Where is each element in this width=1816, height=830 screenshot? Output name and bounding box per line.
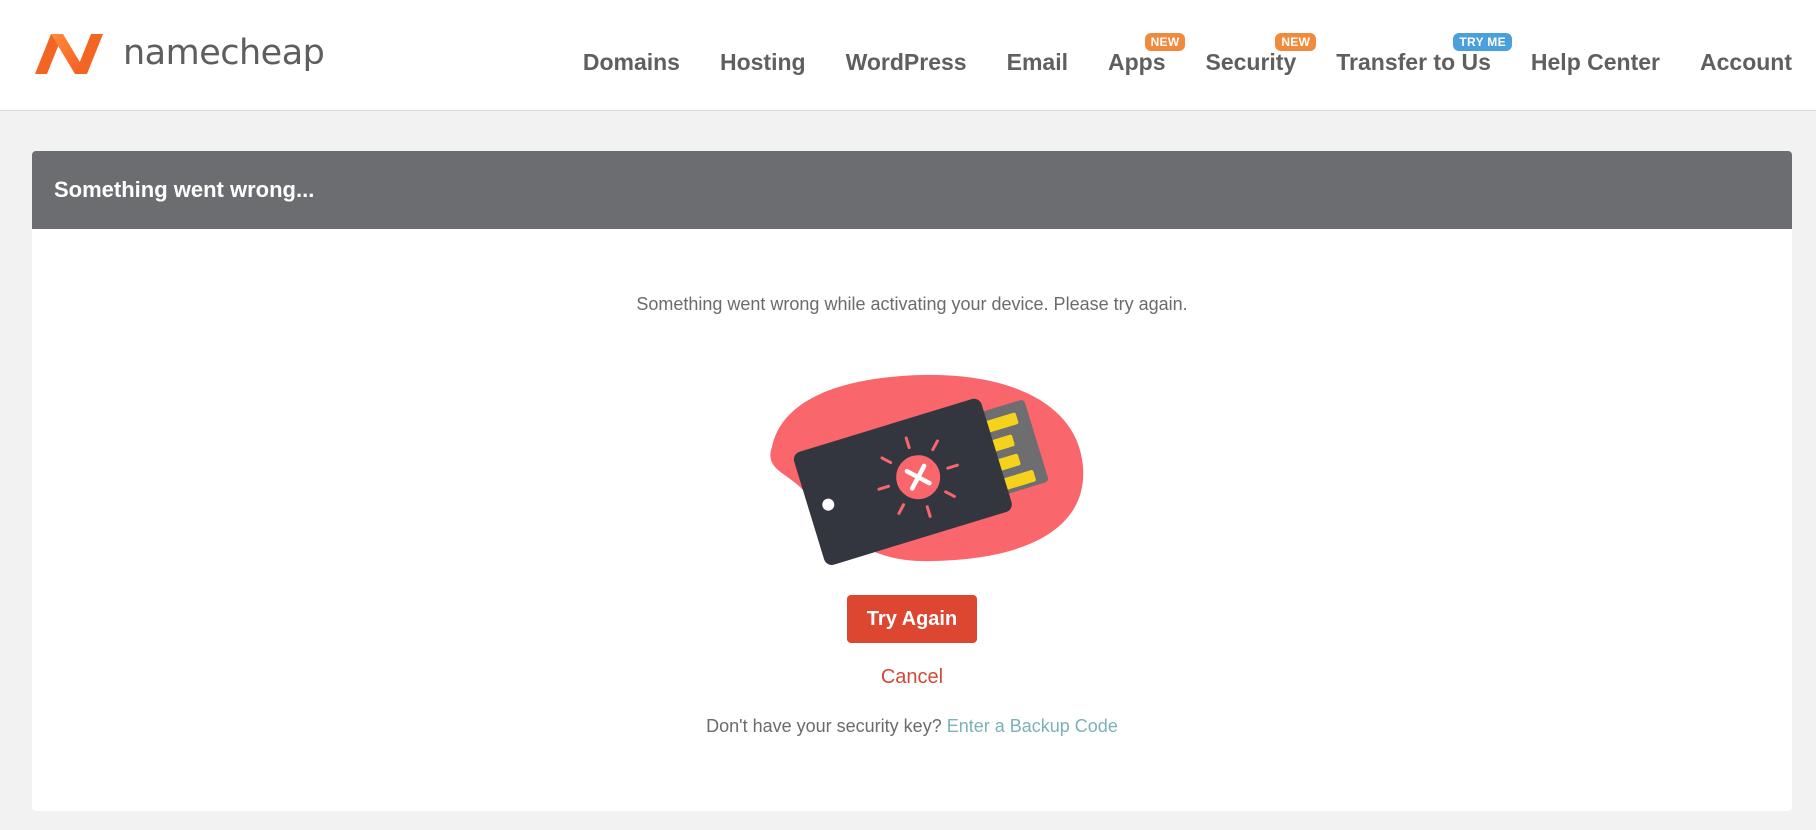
nav-domains[interactable]: Domains (583, 35, 680, 76)
nav-security[interactable]: Security NEW (1205, 33, 1317, 76)
nav-label: Account (1700, 49, 1792, 75)
logo-text: namecheap (123, 32, 325, 73)
nav-account[interactable]: Account (1700, 35, 1792, 76)
panel-title: Something went wrong... (54, 177, 315, 202)
backup-prompt: Don't have your security key? (706, 716, 942, 736)
cancel-link[interactable]: Cancel (881, 666, 943, 688)
nav-wordpress[interactable]: WordPress (846, 35, 967, 76)
nav-label: Email (1006, 49, 1068, 75)
backup-code-line: Don't have your security key? Enter a Ba… (32, 716, 1792, 737)
cancel-link-row: Cancel (32, 666, 1792, 689)
panel-header: Something went wrong... (32, 151, 1792, 229)
site-header: namecheap Domains Hosting WordPress Emai… (0, 0, 1816, 111)
nav-hosting[interactable]: Hosting (720, 35, 806, 76)
error-panel: Something went wrong... Something went w… (32, 151, 1792, 811)
security-key-error-icon (770, 374, 1084, 565)
nav-email[interactable]: Email (1007, 35, 1068, 76)
try-again-button[interactable]: Try Again (847, 595, 977, 643)
panel-body: Something went wrong while activating yo… (32, 229, 1792, 811)
nav-apps[interactable]: Apps NEW (1107, 33, 1186, 76)
new-badge: NEW (1144, 33, 1186, 51)
nav-transfer-to-us[interactable]: Transfer to Us TRY ME (1336, 33, 1512, 76)
new-badge: NEW (1275, 33, 1317, 51)
nav-label: Hosting (719, 49, 806, 75)
nav-help-center[interactable]: Help Center (1531, 35, 1660, 76)
nav-label: Apps (1107, 49, 1166, 75)
backup-code-link[interactable]: Enter a Backup Code (947, 716, 1118, 736)
main-nav: Domains Hosting WordPress Email Apps NEW… (583, 0, 1792, 111)
nav-label: WordPress (845, 49, 967, 75)
nav-label: Domains (582, 49, 680, 75)
error-message: Something went wrong while activating yo… (636, 294, 1188, 314)
try-me-badge: TRY ME (1453, 33, 1512, 51)
namecheap-logo[interactable]: namecheap (31, 28, 325, 78)
nav-label: Transfer to Us (1336, 49, 1491, 75)
namecheap-logo-icon (35, 34, 103, 74)
nav-label: Help Center (1530, 49, 1660, 75)
nav-label: Security (1205, 49, 1297, 75)
